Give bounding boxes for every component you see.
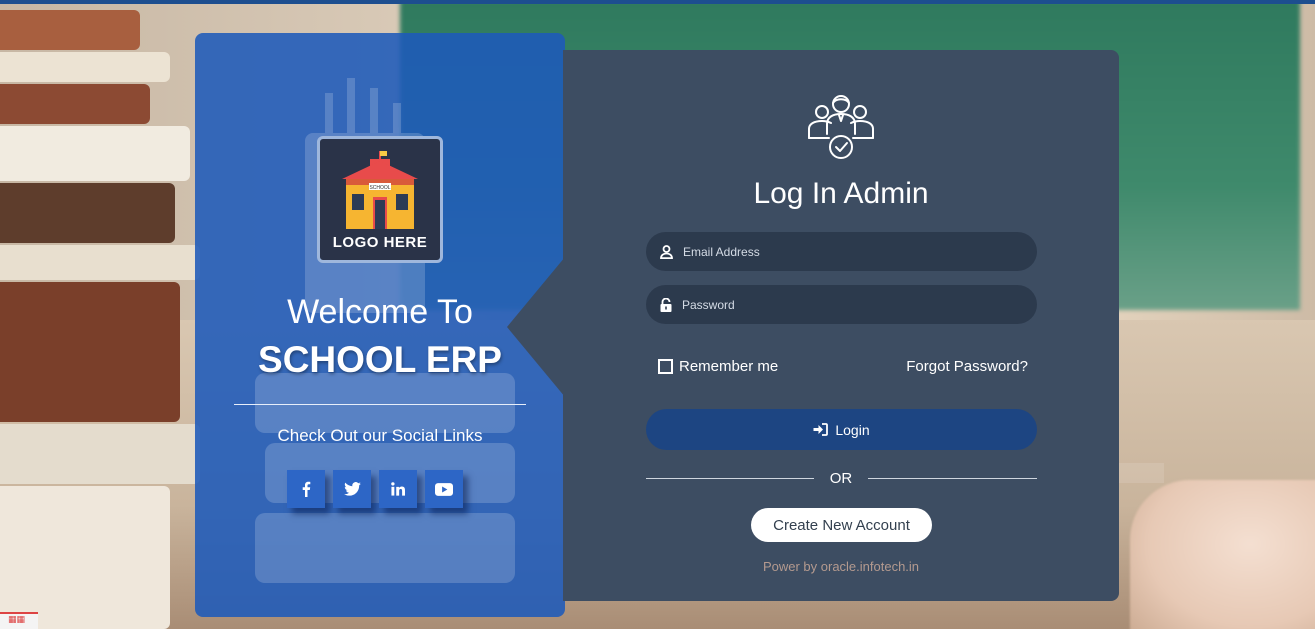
school-sign: SCHOOL <box>369 185 390 191</box>
youtube-icon <box>435 482 453 496</box>
create-account-button[interactable]: Create New Account <box>751 508 932 542</box>
school-logo: SCHOOL LOGO HERE <box>317 136 443 263</box>
forgot-password-link[interactable]: Forgot Password? <box>880 358 1028 375</box>
remember-me[interactable]: Remember me <box>658 358 778 375</box>
social-links <box>287 470 463 508</box>
password-field[interactable] <box>646 285 1037 324</box>
login-button[interactable]: Login <box>646 409 1037 450</box>
remember-label: Remember me <box>679 358 779 375</box>
facebook-icon <box>302 481 311 497</box>
hand-photo <box>1130 480 1315 629</box>
or-divider-right <box>868 478 1037 479</box>
email-input[interactable] <box>683 244 1023 259</box>
app-name: SCHOOL ERP <box>258 339 502 380</box>
lock-icon <box>660 297 672 312</box>
login-label: Login <box>835 421 870 438</box>
youtube-button[interactable] <box>425 470 463 508</box>
top-bar <box>0 0 1315 4</box>
twitter-button[interactable] <box>333 470 371 508</box>
linkedin-button[interactable] <box>379 470 417 508</box>
or-text: OR <box>829 470 853 487</box>
powered-by: Power by oracle.infotech.in <box>762 559 920 574</box>
divider <box>234 404 526 405</box>
logo-text: LOGO HERE <box>332 234 428 251</box>
school-building-icon: SCHOOL <box>342 151 418 229</box>
user-icon <box>660 244 673 259</box>
corner-widget[interactable]: ▦▦ <box>0 612 38 629</box>
sign-in-icon <box>813 423 829 436</box>
password-input[interactable] <box>682 297 1022 312</box>
social-title: Check Out our Social Links <box>277 426 483 445</box>
login-title: Log In Admin <box>753 177 929 210</box>
email-field[interactable] <box>646 232 1037 271</box>
remember-checkbox[interactable] <box>658 359 673 374</box>
or-divider-left <box>646 478 814 479</box>
welcome-heading: Welcome To <box>287 293 473 331</box>
twitter-icon <box>343 482 361 496</box>
admin-group-icon <box>808 95 874 159</box>
facebook-button[interactable] <box>287 470 325 508</box>
linkedin-icon <box>391 482 405 496</box>
